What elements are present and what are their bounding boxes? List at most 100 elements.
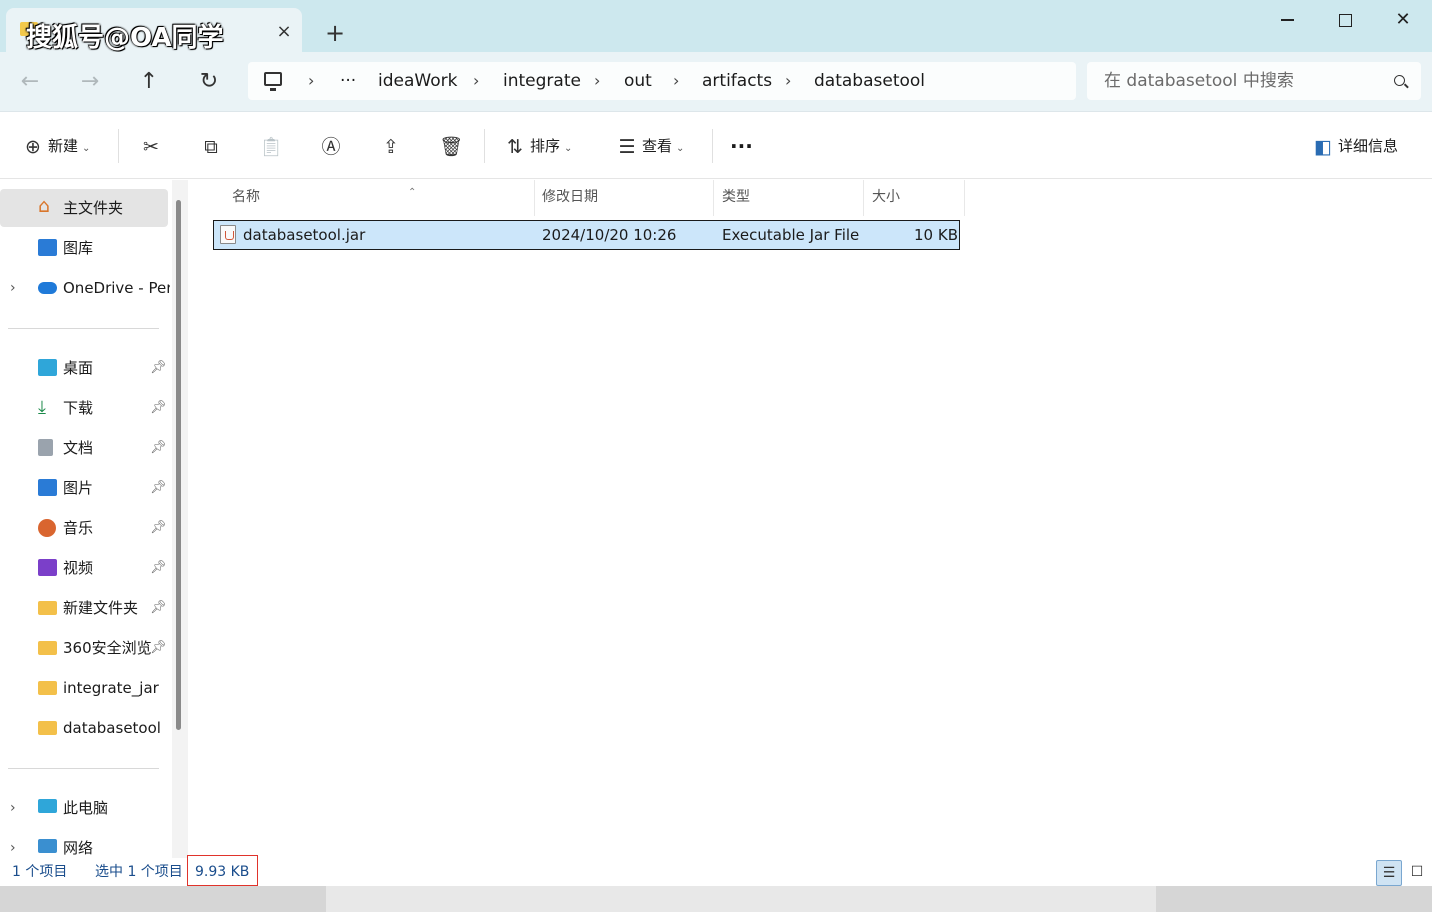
breadcrumb-out[interactable]: out: [624, 62, 652, 100]
refresh-button[interactable]: ↻: [193, 66, 225, 98]
sidebar-item-label: 360安全浏览: [63, 639, 152, 657]
annotation-highlight-box: [187, 855, 258, 886]
search-input[interactable]: 在 databasetool 中搜索: [1104, 62, 1294, 100]
sidebar-item-desktop[interactable]: 桌面 📌︎: [0, 349, 170, 387]
breadcrumb-overflow-button[interactable]: ···: [340, 62, 356, 100]
column-header-size[interactable]: 大小: [864, 180, 965, 216]
sidebar-item-label: 桌面: [63, 359, 94, 377]
computer-icon: [38, 799, 57, 813]
pin-icon[interactable]: 📌︎: [150, 349, 167, 387]
details-pane-button[interactable]: ◧ 详细信息: [1308, 130, 1398, 162]
address-bar[interactable]: › ··· ideaWork › integrate › out › artif…: [248, 62, 1076, 100]
breadcrumb-separator-icon[interactable]: ›: [308, 62, 314, 100]
pictures-icon: [38, 479, 57, 496]
title-bar: 搜狐号@OA同学 × + ✕: [0, 0, 1432, 53]
new-button[interactable]: ⊕ 新建 ⌄: [18, 130, 90, 162]
breadcrumb-databasetool[interactable]: databasetool: [814, 62, 925, 100]
column-header-modified[interactable]: 修改日期: [534, 180, 714, 216]
pin-icon[interactable]: 📌︎: [150, 509, 167, 547]
column-header-type[interactable]: 类型: [714, 180, 864, 216]
delete-button[interactable]: 🗑︎: [436, 130, 466, 162]
pin-icon[interactable]: 📌︎: [150, 469, 167, 507]
sidebar-item-gallery[interactable]: 图库: [0, 229, 170, 267]
minimize-button[interactable]: [1258, 0, 1316, 40]
share-button[interactable]: ⇪: [376, 130, 406, 162]
sidebar-item-music[interactable]: 音乐 📌︎: [0, 509, 170, 547]
sidebar-item-label: 音乐: [63, 519, 94, 537]
forward-button[interactable]: →: [74, 66, 106, 98]
new-tab-button[interactable]: +: [320, 18, 350, 48]
details-pane-icon: ◧: [1314, 135, 1332, 158]
pin-icon[interactable]: 📌︎: [150, 429, 167, 467]
breadcrumb-ideawork[interactable]: ideaWork: [378, 62, 457, 100]
details-view-button[interactable]: ☰: [1376, 860, 1402, 886]
more-options-button[interactable]: ···: [730, 130, 753, 162]
sidebar-divider: [8, 768, 159, 769]
folder-icon: [38, 681, 57, 695]
close-window-button[interactable]: ✕: [1374, 0, 1432, 40]
pin-icon[interactable]: 📌︎: [150, 549, 167, 587]
view-button[interactable]: ☰ 查看 ⌄: [612, 130, 684, 162]
pin-icon[interactable]: 📌︎: [150, 589, 167, 627]
pin-icon[interactable]: 📌︎: [150, 389, 167, 427]
sidebar-item-documents[interactable]: 文档 📌︎: [0, 429, 170, 467]
sidebar-item-home[interactable]: ⌂ 主文件夹: [0, 189, 168, 227]
toolbar-divider: [484, 129, 485, 163]
breadcrumb-separator-icon[interactable]: ›: [594, 62, 600, 100]
item-count: 1 个项目: [12, 864, 68, 880]
sidebar-item-integrate-jar[interactable]: integrate_jar: [0, 669, 170, 707]
up-button[interactable]: ↑: [133, 66, 165, 98]
sidebar-scrollbar[interactable]: [176, 200, 181, 730]
desktop-icon: [38, 359, 57, 376]
sidebar-item-label: databasetool: [63, 719, 161, 737]
file-name[interactable]: databasetool.jar: [243, 221, 365, 249]
sort-icon: ⇅: [507, 135, 523, 158]
maximize-button[interactable]: [1316, 0, 1374, 40]
expand-chevron-icon[interactable]: ›: [10, 269, 16, 307]
copy-button[interactable]: ⧉: [196, 130, 226, 162]
sidebar-item-label: 文档: [63, 439, 94, 457]
view-list-icon: ☰: [618, 135, 636, 158]
cut-button[interactable]: ✂: [136, 130, 166, 162]
back-button[interactable]: ←: [14, 66, 46, 98]
paste-button[interactable]: 📋︎: [256, 130, 286, 162]
this-pc-icon[interactable]: [264, 72, 282, 91]
sort-ascending-icon: ⌃: [408, 187, 417, 198]
sidebar-item-label: 新建文件夹: [63, 599, 139, 617]
sidebar-item-pictures[interactable]: 图片 📌︎: [0, 469, 170, 507]
expand-chevron-icon[interactable]: ›: [10, 789, 16, 827]
navigation-bar: ← → ↑ ↻ › ··· ideaWork › integrate › out…: [0, 52, 1432, 112]
sidebar-item-360-browser[interactable]: 360安全浏览 📌︎: [0, 629, 170, 667]
sidebar-item-label: OneDrive - Per: [63, 279, 170, 297]
close-tab-button[interactable]: ×: [272, 20, 296, 44]
search-box[interactable]: 在 databasetool 中搜索: [1087, 62, 1421, 100]
sidebar-item-new-folder[interactable]: 新建文件夹 📌︎: [0, 589, 170, 627]
sidebar-item-label: 此电脑: [63, 799, 109, 817]
breadcrumb-integrate[interactable]: integrate: [503, 62, 581, 100]
tab-databasetool[interactable]: 搜狐号@OA同学 ×: [6, 8, 302, 53]
sidebar-item-onedrive[interactable]: › OneDrive - Per: [0, 269, 170, 307]
breadcrumb-separator-icon[interactable]: ›: [673, 62, 679, 100]
breadcrumb-separator-icon[interactable]: ›: [785, 62, 791, 100]
column-header-name[interactable]: 名称 ⌃: [224, 180, 535, 216]
tab-title: 搜狐号@OA同学: [26, 23, 224, 53]
table-row[interactable]: databasetool.jar 2024/10/20 10:26 Execut…: [213, 220, 960, 250]
sidebar-item-this-pc[interactable]: › 此电脑: [0, 789, 170, 827]
breadcrumb-separator-icon[interactable]: ›: [473, 62, 479, 100]
file-size: 10 KB: [914, 226, 958, 244]
sidebar-item-videos[interactable]: 视频 📌︎: [0, 549, 170, 587]
breadcrumb-artifacts[interactable]: artifacts: [702, 62, 772, 100]
sidebar-item-downloads[interactable]: ⤓ 下载 📌︎: [0, 389, 170, 427]
home-icon: ⌂: [38, 195, 51, 217]
rename-icon: Ⓐ: [321, 135, 341, 158]
sidebar-divider: [8, 328, 159, 329]
rename-button[interactable]: Ⓐ: [316, 130, 346, 162]
tiles-view-button[interactable]: ☐: [1404, 860, 1430, 886]
toolbar-divider: [712, 129, 713, 163]
clipboard-icon: 📋︎: [258, 135, 284, 158]
sort-button[interactable]: ⇅ 排序 ⌄: [500, 130, 572, 162]
sidebar-item-databasetool[interactable]: databasetool: [0, 709, 170, 747]
file-explorer-window: 搜狐号@OA同学 × + ✕ ← → ↑ ↻ › ··· ideaWork › …: [0, 0, 1432, 886]
view-label: 查看: [642, 137, 673, 155]
pin-icon[interactable]: 📌︎: [150, 629, 167, 667]
